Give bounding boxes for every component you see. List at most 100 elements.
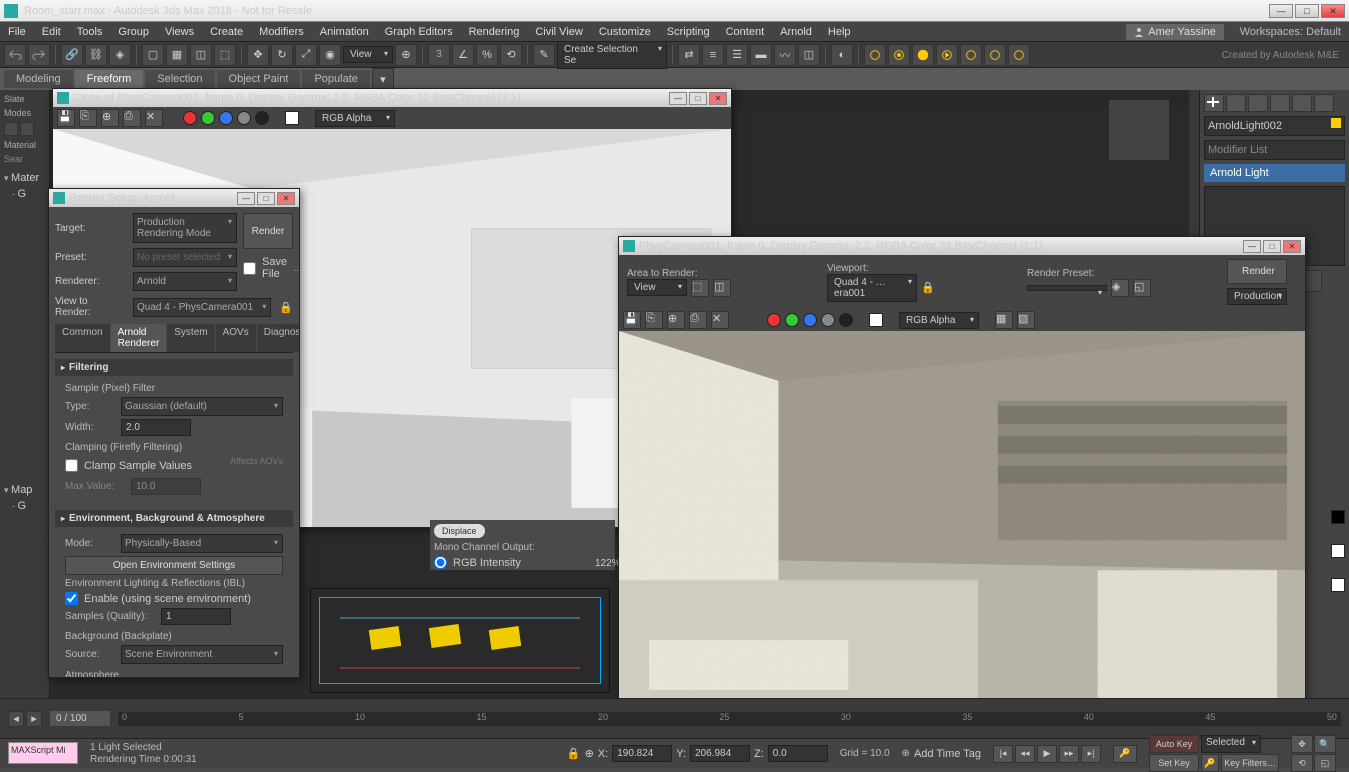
- render-last-button[interactable]: [936, 44, 958, 66]
- ribbon-freeform[interactable]: Freeform: [75, 70, 144, 88]
- color-swatch[interactable]: [1331, 118, 1341, 128]
- rs-minimize[interactable]: —: [237, 192, 255, 205]
- next-frame-button[interactable]: ▸▸: [1059, 745, 1079, 763]
- rfb2-green-channel[interactable]: [785, 313, 799, 327]
- ribbon-expand-icon[interactable]: ▾: [372, 68, 394, 90]
- rotate-button[interactable]: ↻: [271, 44, 293, 66]
- rfb2-clone-button[interactable]: ⊕: [667, 311, 685, 329]
- menu-arnold[interactable]: Arnold: [780, 26, 812, 38]
- x-coord-field[interactable]: [612, 745, 672, 762]
- menu-file[interactable]: File: [8, 26, 26, 38]
- redo-button[interactable]: [28, 44, 50, 66]
- render-button[interactable]: [912, 44, 934, 66]
- menu-scripting[interactable]: Scripting: [667, 26, 710, 38]
- place-button[interactable]: ◉: [319, 44, 341, 66]
- rfb1-bg-swatch[interactable]: [285, 111, 299, 125]
- scale-button[interactable]: ⤢: [295, 44, 317, 66]
- key-mode-button[interactable]: 🔑: [1113, 745, 1137, 763]
- rfb2-print-button[interactable]: ⎙: [689, 311, 707, 329]
- menu-group[interactable]: Group: [118, 26, 149, 38]
- savefile-check[interactable]: [243, 262, 256, 275]
- rfb2-alpha-channel[interactable]: [821, 313, 835, 327]
- layer-button[interactable]: ☰: [726, 44, 748, 66]
- display-tab[interactable]: [1292, 94, 1312, 112]
- tab-common[interactable]: Common: [55, 324, 110, 352]
- nav-zoom-button[interactable]: 🔍: [1314, 735, 1336, 753]
- minimize-button[interactable]: —: [1269, 4, 1293, 18]
- rfb1-save-button[interactable]: 💾: [57, 109, 75, 127]
- menu-customize[interactable]: Customize: [599, 26, 651, 38]
- menu-help[interactable]: Help: [828, 26, 851, 38]
- menu-modifiers[interactable]: Modifiers: [259, 26, 304, 38]
- selection-region-button[interactable]: ◫: [190, 44, 212, 66]
- rfb2-toggle1[interactable]: ▦: [995, 311, 1013, 329]
- maxscript-listener[interactable]: MAXScript Mi: [8, 742, 78, 764]
- z-coord-field[interactable]: [768, 745, 828, 762]
- nav-max-button[interactable]: ◱: [1314, 754, 1336, 772]
- select-name-button[interactable]: ▦: [166, 44, 188, 66]
- link-button[interactable]: 🔗: [61, 44, 83, 66]
- rfb1-mono-channel[interactable]: [255, 111, 269, 125]
- curve-editor-button[interactable]: 〰: [774, 44, 796, 66]
- swatch-white[interactable]: [1331, 544, 1345, 558]
- area-dropdown[interactable]: View: [627, 279, 687, 296]
- rfb1-clone-button[interactable]: ⊕: [101, 109, 119, 127]
- key-icon-button[interactable]: 🔑: [1201, 754, 1219, 772]
- autokey-button[interactable]: Auto Key: [1149, 735, 1199, 753]
- view-dropdown[interactable]: Quad 4 - PhysCamera001: [133, 298, 271, 317]
- undo-button[interactable]: [4, 44, 26, 66]
- window-crossing-button[interactable]: ⬚: [214, 44, 236, 66]
- rfb1-clear-button[interactable]: ✕: [145, 109, 163, 127]
- percent-snap-button[interactable]: %: [476, 44, 498, 66]
- rfb2-clear-button[interactable]: ✕: [711, 311, 729, 329]
- rs-render-button[interactable]: Render: [243, 213, 293, 249]
- rfb1-copy-button[interactable]: ⎘: [79, 109, 97, 127]
- lock-icon[interactable]: 🔒: [279, 301, 293, 314]
- auto-region-button[interactable]: ◫: [713, 279, 731, 297]
- rfb1-green-channel[interactable]: [201, 111, 215, 125]
- filter-type-dropdown[interactable]: Gaussian (default): [121, 397, 283, 416]
- workspaces-dropdown[interactable]: Workspaces: Default: [1240, 26, 1341, 38]
- rfb2-render-button[interactable]: Render: [1227, 259, 1287, 284]
- material-editor-button[interactable]: ◐: [831, 44, 853, 66]
- slate-tool1[interactable]: [4, 122, 18, 136]
- rfb1-red-channel[interactable]: [183, 111, 197, 125]
- create-tab[interactable]: [1204, 94, 1224, 112]
- pivot-button[interactable]: ⊕: [395, 44, 417, 66]
- rfb1-maximize[interactable]: □: [689, 92, 707, 105]
- render-frame-button[interactable]: [888, 44, 910, 66]
- rfb1-blue-channel[interactable]: [219, 111, 233, 125]
- menu-edit[interactable]: Edit: [42, 26, 61, 38]
- env-header[interactable]: Environment, Background & Atmosphere: [55, 510, 293, 527]
- clamp-check[interactable]: [65, 459, 78, 472]
- rfb1-close[interactable]: ✕: [709, 92, 727, 105]
- rfb2-mono-channel[interactable]: [839, 313, 853, 327]
- nav-orbit-button[interactable]: ⟲: [1291, 754, 1313, 772]
- rfb1-minimize[interactable]: —: [669, 92, 687, 105]
- preset-dropdown[interactable]: No preset selected: [133, 248, 237, 267]
- motion-tab[interactable]: [1270, 94, 1290, 112]
- maximize-button[interactable]: □: [1295, 4, 1319, 18]
- schematic-button[interactable]: ◫: [798, 44, 820, 66]
- edit-selection-button[interactable]: ✎: [533, 44, 555, 66]
- rfb2-render-viewport[interactable]: [619, 331, 1305, 705]
- render-cloud-button[interactable]: [984, 44, 1006, 66]
- bind-button[interactable]: ◈: [109, 44, 131, 66]
- y-coord-field[interactable]: [690, 745, 750, 762]
- play-button[interactable]: ▶: [1037, 745, 1057, 763]
- angle-snap-button[interactable]: ∠: [452, 44, 474, 66]
- production-dropdown[interactable]: Production: [1227, 288, 1287, 305]
- viewcube-gizmo[interactable]: [1109, 100, 1169, 160]
- rfb2-channel-dropdown[interactable]: RGB Alpha: [899, 312, 979, 329]
- select-button[interactable]: ▢: [142, 44, 164, 66]
- ref-coord-dropdown[interactable]: View: [343, 46, 393, 63]
- object-name-field[interactable]: ArnoldLight002: [1204, 116, 1345, 136]
- menu-create[interactable]: Create: [210, 26, 243, 38]
- tab-aovs[interactable]: AOVs: [216, 324, 256, 352]
- setkey-button[interactable]: Set Key: [1149, 754, 1199, 772]
- modifier-list-dropdown[interactable]: Modifier List: [1204, 140, 1345, 160]
- add-timetag[interactable]: ⊕ Add Time Tag: [902, 748, 981, 760]
- user-chip[interactable]: Amer Yassine: [1126, 24, 1223, 40]
- time-slider[interactable]: 0 5 10 15 20 25 30 35 40 45 50: [118, 712, 1341, 726]
- rfb2-save-button[interactable]: 💾: [623, 311, 641, 329]
